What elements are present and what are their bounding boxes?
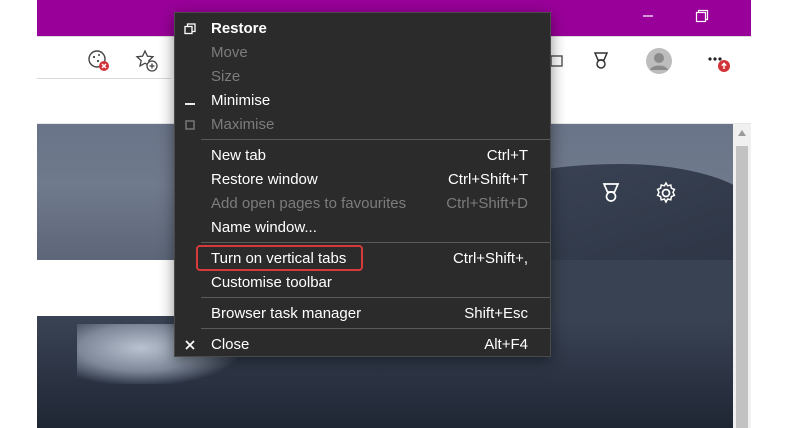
profile-avatar-icon (646, 48, 672, 74)
menu-item-label: Browser task manager (211, 305, 362, 322)
close-window-button[interactable] (737, 0, 783, 32)
restore-window-icon (695, 9, 709, 23)
menu-item-label: Minimise (211, 92, 271, 109)
minimize-icon (643, 15, 653, 17)
more-menu-icon (708, 57, 730, 72)
menu-item-label: Restore (211, 20, 267, 37)
menu-item-browser-task-manager[interactable]: Browser task manager Shift+Esc (175, 302, 550, 326)
menu-item-maximise[interactable]: Maximise (175, 113, 550, 137)
cookie-blocked-icon (88, 50, 109, 71)
rewards-trophy-icon (602, 183, 620, 202)
menu-item-label: Size (211, 68, 241, 85)
menu-item-label: Add open pages to favourites (211, 195, 407, 212)
minimise-icon (183, 94, 197, 108)
chevron-up-icon (738, 130, 746, 136)
close-x-icon (183, 338, 197, 352)
menu-item-shortcut: Ctrl+Shift+D (446, 195, 528, 212)
menu-item-label: Maximise (211, 116, 275, 133)
menu-item-size[interactable]: Size (175, 65, 550, 89)
add-favorite-icon (135, 49, 158, 72)
menu-item-move[interactable]: Move (175, 41, 550, 65)
menu-separator (201, 139, 550, 140)
menu-item-shortcut: Ctrl+Shift+T (447, 171, 528, 188)
page-white-area (37, 260, 177, 316)
page-settings-button[interactable] (651, 178, 681, 208)
menu-item-add-open-pages-to-favourites[interactable]: Add open pages to favourites Ctrl+Shift+… (175, 192, 550, 216)
menu-item-restore-window[interactable]: Restore window Ctrl+Shift+T (175, 168, 550, 192)
menu-item-shortcut: Ctrl+T (486, 147, 528, 164)
menu-item-label: Close (211, 336, 250, 353)
scroll-thumb[interactable] (736, 146, 748, 428)
menu-separator (201, 297, 550, 298)
settings-gear-icon (656, 181, 676, 204)
menu-item-label: Restore window (211, 171, 318, 188)
close-icon (753, 9, 767, 23)
page-rewards-button[interactable] (596, 178, 626, 208)
menu-item-close[interactable]: Close Alt+F4 (175, 333, 550, 357)
add-favorite-button[interactable] (131, 45, 163, 77)
highlight-box (196, 245, 363, 271)
maximise-icon (183, 118, 197, 132)
menu-item-label: Customise toolbar (211, 274, 332, 291)
window-context-menu: Restore Move Size Minimise Maximise New … (174, 12, 551, 357)
scroll-up-button[interactable] (733, 126, 751, 140)
menu-item-name-window[interactable]: Name window... (175, 216, 550, 240)
menu-item-shortcut: Shift+Esc (464, 305, 528, 322)
menu-item-new-tab[interactable]: New tab Ctrl+T (175, 144, 550, 168)
restore-icon (183, 22, 197, 36)
menu-separator (201, 242, 550, 243)
restore-window-button[interactable] (679, 0, 725, 32)
cookie-blocked-button[interactable] (83, 45, 115, 77)
menu-item-label: Name window... (211, 219, 317, 236)
menu-item-restore[interactable]: Restore (175, 17, 550, 41)
menu-item-label: Move (211, 44, 248, 61)
vertical-scrollbar[interactable] (733, 124, 751, 428)
more-menu-button[interactable] (701, 45, 733, 77)
profile-button[interactable] (643, 45, 675, 77)
menu-item-minimise[interactable]: Minimise (175, 89, 550, 113)
menu-item-customise-toolbar[interactable]: Customise toolbar (175, 271, 550, 295)
menu-item-shortcut: Ctrl+Shift+, (452, 250, 528, 267)
rewards-button[interactable] (585, 45, 617, 77)
rewards-trophy-icon (593, 52, 609, 69)
menu-item-label: New tab (211, 147, 267, 164)
menu-separator (201, 328, 550, 329)
minimize-button[interactable] (625, 0, 671, 32)
menu-item-shortcut: Alt+F4 (484, 336, 528, 353)
